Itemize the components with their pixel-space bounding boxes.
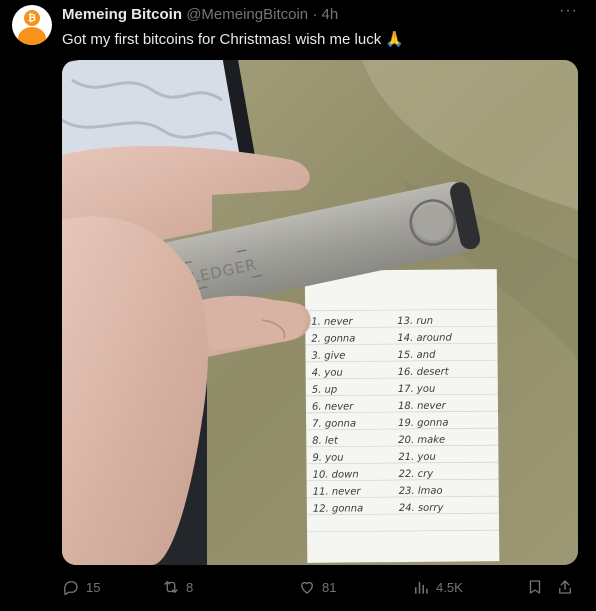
paper-line: 15. and (397, 350, 436, 361)
like-button[interactable]: 81 (298, 576, 336, 598)
repost-count: 8 (186, 579, 194, 595)
paper-line: 3. give (311, 350, 345, 361)
bookmark-icon (529, 580, 541, 594)
paper-line: 13. run (397, 316, 433, 327)
paper-note: 1. never 2. gonna 3. give 4. you 5. up 6. nev… (304, 269, 500, 563)
paper-line: 19. gonna (398, 418, 448, 429)
paper-line: 7. gonna (312, 418, 356, 429)
paper-line: 2. gonna (311, 333, 355, 344)
repost-button[interactable]: 8 (162, 576, 193, 598)
tweet-header: Memeing Bitcoin @MemeingBitcoin · 4h (62, 6, 338, 23)
paper-line: 4. you (312, 368, 343, 379)
photo-illustration: tion 1. never2. gonna3. give4. you5. (62, 60, 578, 565)
paper-line: 11. never (313, 486, 362, 497)
paper-line: 12. gonna (313, 503, 363, 514)
avatar[interactable]: ₿ (12, 5, 52, 45)
timestamp[interactable]: 4h (321, 6, 338, 23)
tweet-text: Got my first bitcoins for Christmas! wis… (62, 31, 405, 48)
paper-line: 17. you (398, 384, 436, 395)
bitcoin-logo-icon: ₿ (24, 10, 40, 26)
avatar-figure (18, 27, 46, 45)
user-handle[interactable]: @MemeingBitcoin (186, 6, 308, 23)
paper-line: 24. sorry (399, 503, 445, 514)
paper-line: 20. make (398, 435, 445, 446)
paper-line: 16. desert (398, 367, 450, 378)
like-count: 81 (322, 579, 337, 595)
paper-line: 22. cry (399, 469, 435, 480)
paper-line: 5. up (312, 385, 338, 396)
display-name[interactable]: Memeing Bitcoin (62, 6, 182, 23)
paper-line: 23. lmao (399, 486, 443, 497)
views-bar-chart-icon (415, 581, 428, 594)
paper-line: 21. you (398, 452, 436, 463)
paper-line: 18. never (398, 401, 447, 412)
reply-button[interactable]: 15 (62, 576, 100, 598)
views-button[interactable]: 4.5K (412, 576, 463, 598)
paper-line: 9. you (312, 453, 343, 464)
repost-icon (164, 581, 178, 593)
separator: · (312, 6, 318, 23)
heart-icon (301, 581, 313, 594)
paper-line: 10. down (313, 469, 359, 480)
bookmark-button[interactable] (526, 576, 544, 598)
share-icon (559, 580, 571, 594)
reply-count: 15 (86, 579, 101, 595)
paper-line: 14. around (397, 333, 452, 344)
paper-line: 8. let (312, 436, 339, 447)
paper-line: 6. never (312, 401, 354, 412)
tweet-photo[interactable]: tion 1. never2. gonna3. give4. you5. (62, 60, 578, 565)
reply-icon (63, 581, 78, 596)
tweet-actions: 15 8 81 4.5K (62, 576, 582, 600)
paper-line: 1. never (311, 316, 353, 327)
more-options-icon[interactable]: ··· (559, 2, 578, 20)
share-button[interactable] (556, 576, 574, 598)
views-count: 4.5K (436, 579, 463, 595)
